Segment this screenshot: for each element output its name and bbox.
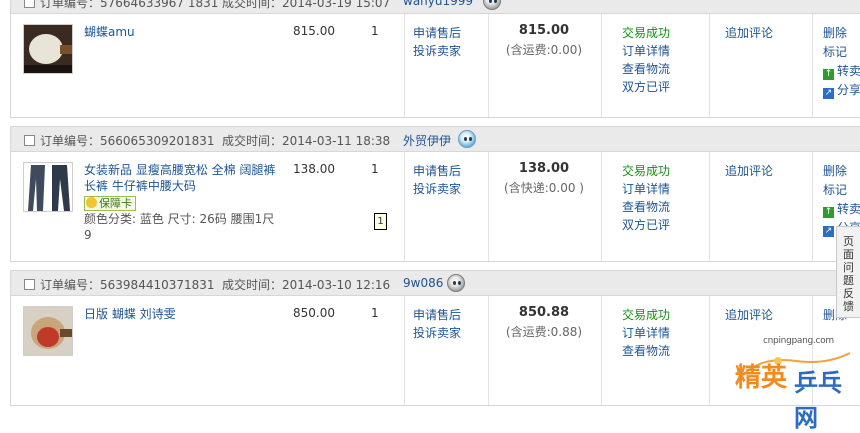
order-number-label: 订单编号：	[40, 0, 101, 10]
unit-price: 850.00	[293, 306, 335, 320]
track-shipping-link[interactable]: 查看物流	[622, 342, 670, 360]
complain-seller-link[interactable]: 投诉卖家	[413, 42, 461, 60]
status-text: 交易成功	[622, 26, 671, 40]
page-feedback-tab[interactable]: 页 面 问 题 反 馈	[836, 226, 860, 318]
order-status: 交易成功 订单详情 查看物流 双方已评	[622, 162, 670, 234]
status-text: 交易成功	[622, 308, 671, 322]
product-name-link[interactable]: 日版 蝴蝶 刘诗雯	[84, 306, 176, 322]
product-thumbnail[interactable]	[23, 24, 73, 74]
order-status: 交易成功 订单详情 查看物流	[622, 306, 670, 360]
product-thumbnail[interactable]	[23, 306, 73, 356]
delete-link[interactable]: 删除	[823, 162, 860, 181]
quantity: 1	[371, 162, 379, 176]
shipping-fee: (含运费:0.88)	[505, 325, 583, 339]
deal-time: 2014-03-10 12:16	[282, 278, 391, 292]
deal-time: 2014-03-11 18:38	[282, 134, 391, 148]
guarantee-shield-icon	[86, 197, 97, 208]
apply-aftersale-link[interactable]: 申请售后	[413, 306, 461, 324]
seller-link[interactable]: 9w086	[403, 276, 443, 290]
order-total: 850.88 (含运费:0.88)	[488, 305, 600, 340]
aftersale-links: 申请售后 投诉卖家	[413, 24, 461, 60]
delete-link[interactable]: 删除	[823, 24, 860, 43]
order-body: 女装新品 显瘦高腰宽松 全棉 阔腿裤 长裤 牛仔裤中腰大码 保障卡 颜色分类: …	[10, 152, 860, 262]
order-number-label: 订单编号：	[40, 278, 101, 292]
order-total: 138.00 (含快递:0.00 )	[488, 161, 600, 196]
order-detail-link[interactable]: 订单详情	[622, 324, 670, 342]
share-link[interactable]: ↗分享	[823, 81, 860, 100]
deal-time-label: 成交时间：	[222, 0, 283, 10]
deal-time-label: 成交时间：	[222, 134, 283, 148]
order-number: 566065309201831	[100, 134, 215, 148]
mark-link[interactable]: 标记	[823, 43, 860, 62]
product-attributes: 颜色分类: 蓝色 尺寸: 26码 腰围1尺9	[84, 212, 275, 242]
order-list-page: { "labels": { "order_no": "订单编号：", "deal…	[0, 0, 860, 432]
quantity: 1	[371, 306, 379, 320]
seller-link[interactable]: wanyu1999	[403, 0, 473, 8]
unit-price: 138.00	[293, 162, 335, 176]
apply-aftersale-link[interactable]: 申请售后	[413, 24, 461, 42]
add-review-link[interactable]: 追加评论	[725, 162, 773, 179]
share-icon: ↗	[823, 226, 834, 237]
share-icon: ↗	[823, 88, 834, 99]
repost-link[interactable]: ↑ 转卖	[823, 62, 860, 81]
mark-link[interactable]: 标记	[823, 181, 860, 200]
complain-seller-link[interactable]: 投诉卖家	[413, 180, 461, 198]
order-status: 交易成功 订单详情 查看物流 双方已评	[622, 24, 670, 96]
wangwang-chat-icon[interactable]	[483, 0, 501, 10]
shipping-fee: (含运费:0.00)	[505, 43, 583, 57]
quantity: 1	[371, 24, 379, 38]
aftersale-links: 申请售后 投诉卖家	[413, 162, 461, 198]
aftersale-links: 申请售后 投诉卖家	[413, 306, 461, 342]
wangwang-chat-icon[interactable]	[458, 130, 476, 148]
add-review-link[interactable]: 追加评论	[725, 24, 773, 41]
status-text: 交易成功	[622, 164, 671, 178]
order-total: 815.00 (含运费:0.00)	[488, 23, 600, 58]
order-detail-link[interactable]: 订单详情	[622, 42, 670, 60]
tooltip: 1	[374, 213, 387, 230]
unit-price: 815.00	[293, 24, 335, 38]
guarantee-badge[interactable]: 保障卡	[84, 196, 136, 211]
product-thumbnail[interactable]	[23, 162, 73, 212]
add-review-link[interactable]: 追加评论	[725, 306, 773, 323]
order-select-checkbox[interactable]	[24, 135, 35, 146]
order-select-checkbox[interactable]	[24, 0, 35, 8]
order-body: 蝴蝶amu 815.00 1 申请售后 投诉卖家 815.00 (含运费:0.0…	[10, 14, 860, 118]
watermark-logo: 精英 乒乓网	[726, 345, 860, 432]
order-number-label: 订单编号：	[40, 134, 101, 148]
deal-time-label: 成交时间：	[222, 278, 283, 292]
order-select-checkbox[interactable]	[24, 279, 35, 290]
apply-aftersale-link[interactable]: 申请售后	[413, 162, 461, 180]
repost-icon: ↑	[823, 69, 834, 80]
both-rated-link[interactable]: 双方已评	[622, 78, 670, 96]
product-name-link[interactable]: 蝴蝶amu	[84, 24, 135, 40]
deal-time: 2014-03-19 15:07	[282, 0, 391, 10]
seller-link[interactable]: 外贸伊伊	[403, 132, 451, 149]
wangwang-chat-icon[interactable]	[447, 274, 465, 292]
track-shipping-link[interactable]: 查看物流	[622, 60, 670, 78]
complain-seller-link[interactable]: 投诉卖家	[413, 324, 461, 342]
order-detail-link[interactable]: 订单详情	[622, 180, 670, 198]
product-name-link[interactable]: 女装新品 显瘦高腰宽松 全棉 阔腿裤 长裤 牛仔裤中腰大码	[84, 163, 275, 193]
repost-icon: ↑	[823, 207, 834, 218]
order-number: 57664633967 1831	[100, 0, 219, 10]
total-amount: 138.00	[518, 161, 570, 176]
both-rated-link[interactable]: 双方已评	[622, 216, 670, 234]
order-operations: 删除 标记 ↑转卖 ↗分享	[823, 24, 860, 100]
track-shipping-link[interactable]: 查看物流	[622, 198, 670, 216]
repost-link[interactable]: ↑ 转卖	[823, 200, 860, 219]
order-header: 订单编号：57664633967 1831 成交时间：2014-03-19 15…	[10, 0, 860, 14]
shipping-fee: (含快递:0.00 )	[504, 181, 584, 195]
order-header: 订单编号：563984410371831 成交时间：2014-03-10 12:…	[10, 270, 860, 296]
total-amount: 850.88	[518, 305, 570, 320]
order-number: 563984410371831	[100, 278, 215, 292]
total-amount: 815.00	[518, 23, 570, 38]
order-header: 订单编号：566065309201831 成交时间：2014-03-11 18:…	[10, 126, 860, 152]
